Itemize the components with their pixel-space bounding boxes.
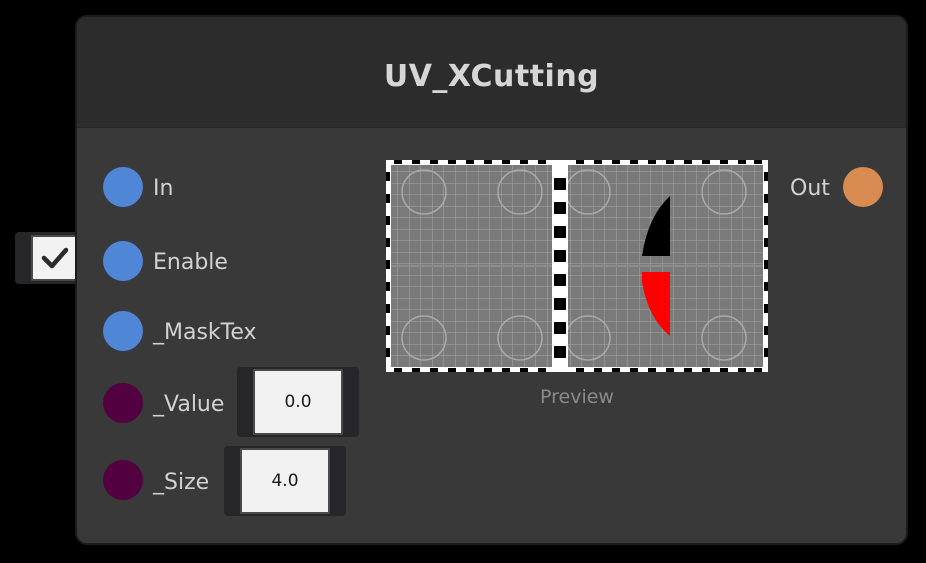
port-label-masktex: _MaskTex <box>153 320 257 345</box>
size-field-container: 4.0 <box>224 446 346 516</box>
preview-image <box>386 160 768 372</box>
value-input[interactable]: 0.0 <box>253 369 343 435</box>
port-label-size: _Size <box>153 470 210 495</box>
port-out[interactable] <box>843 167 883 207</box>
size-input[interactable]: 4.0 <box>240 448 330 514</box>
port-value[interactable] <box>103 383 143 423</box>
port-masktex[interactable] <box>103 311 143 351</box>
port-in[interactable] <box>103 167 143 207</box>
preview-label: Preview <box>540 386 614 408</box>
node-header[interactable]: UV_XCutting <box>77 17 906 128</box>
port-enable[interactable] <box>103 241 143 281</box>
port-size[interactable] <box>103 460 143 500</box>
checkmark-icon <box>41 247 69 269</box>
uv-preview-image <box>386 160 768 372</box>
value-field-container: 0.0 <box>237 367 359 437</box>
port-label-value: _Value <box>153 392 225 417</box>
port-label-out: Out <box>790 176 830 201</box>
port-label-enable: Enable <box>153 250 228 275</box>
node-title: UV_XCutting <box>383 58 600 94</box>
enable-checkbox[interactable] <box>31 235 79 281</box>
port-label-in: In <box>153 176 174 201</box>
